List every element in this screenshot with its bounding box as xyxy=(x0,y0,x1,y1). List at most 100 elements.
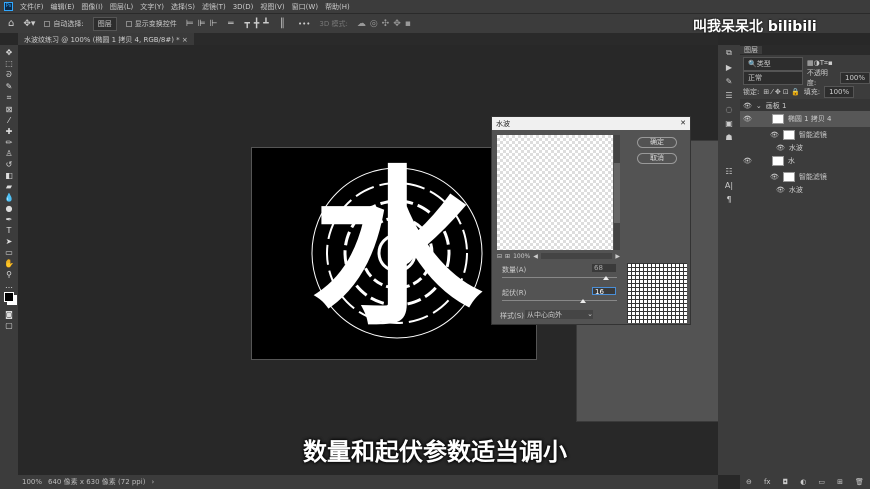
healing-brush-icon[interactable]: ✚ xyxy=(6,127,13,136)
properties-icon[interactable]: ▣ xyxy=(725,119,733,128)
eye-icon[interactable]: 👁 xyxy=(776,144,785,152)
eye-icon[interactable]: 👁 xyxy=(743,102,752,110)
eyedropper-icon[interactable]: ⁄ xyxy=(8,116,9,125)
preview-scrollbar[interactable] xyxy=(614,135,620,250)
menu-image[interactable]: 图像(I) xyxy=(81,2,103,12)
scroll-right-icon[interactable]: ▶ xyxy=(615,253,620,260)
layer-select-dropdown[interactable]: 图层 xyxy=(92,16,117,31)
horizontal-scrollbar[interactable] xyxy=(540,253,613,259)
zoom-in-button[interactable]: ⊞ xyxy=(505,253,510,260)
paragraph-style-icon[interactable]: ☷ xyxy=(725,167,732,176)
layer-row[interactable]: 👁 水波 xyxy=(740,183,870,196)
align-icons[interactable]: ⊨⊫⊩ ═ ┳╋┻ ║ xyxy=(186,19,289,29)
layer-row[interactable]: 👁 智能滤镜 xyxy=(740,128,870,141)
menu-edit[interactable]: 编辑(E) xyxy=(51,2,75,12)
menu-file[interactable]: 文件(F) xyxy=(20,2,44,12)
status-zoom[interactable]: 100% xyxy=(22,478,42,486)
layer-row[interactable]: 👁 水 xyxy=(740,153,870,169)
lasso-tool-icon[interactable]: ᘐ xyxy=(6,70,12,80)
layer-filter-dropdown[interactable]: 🔍类型 xyxy=(743,56,803,71)
filter-preview[interactable] xyxy=(497,135,613,250)
blur-icon[interactable]: 💧 xyxy=(4,193,14,202)
mask-icon[interactable]: ◘ xyxy=(783,478,789,486)
menu-window[interactable]: 窗口(W) xyxy=(292,2,318,12)
quick-select-icon[interactable]: ✎ xyxy=(6,82,13,91)
scroll-left-icon[interactable]: ◀ xyxy=(533,253,538,260)
dodge-icon[interactable]: ● xyxy=(6,204,13,213)
3d-tool-icons[interactable]: ☁◎✣✥▪ xyxy=(357,19,415,29)
amount-slider[interactable] xyxy=(502,277,617,278)
layers-tab[interactable]: 图层 xyxy=(740,46,762,54)
shape-tool-icon[interactable]: ▭ xyxy=(5,248,13,257)
close-icon[interactable]: ✕ xyxy=(680,119,686,128)
style-dropdown[interactable]: 从中心向外 ⌄ xyxy=(525,310,593,319)
amount-input[interactable]: 68 xyxy=(592,264,616,272)
eye-icon[interactable]: 👁 xyxy=(743,157,752,165)
ridges-slider-thumb[interactable] xyxy=(579,299,586,303)
blend-mode-dropdown[interactable]: 正常 xyxy=(743,70,803,85)
menu-help[interactable]: 帮助(H) xyxy=(325,2,350,12)
hand-tool-icon[interactable]: ✋ xyxy=(4,259,14,268)
lock-icons[interactable]: ⊞ ⁄ ✥ ⊡ 🔒 xyxy=(763,88,799,96)
eye-icon[interactable]: 👁 xyxy=(776,186,785,194)
ridges-input[interactable]: 16 xyxy=(592,287,616,296)
new-layer-icon[interactable]: ⊞ xyxy=(837,478,843,486)
actions-play-icon[interactable]: ▶ xyxy=(726,63,732,72)
gradient-icon[interactable]: ▰ xyxy=(6,182,12,191)
show-transform-checkbox[interactable]: 显示变换控件 xyxy=(125,19,177,29)
path-select-icon[interactable]: ➤ xyxy=(6,237,13,246)
frame-tool-icon[interactable]: ⊠ xyxy=(6,105,13,114)
group-icon[interactable]: ▭ xyxy=(818,478,825,486)
status-arrow-icon[interactable]: › xyxy=(151,478,154,486)
pen-tool-icon[interactable]: ✒ xyxy=(6,215,13,224)
menu-layer[interactable]: 图层(L) xyxy=(110,2,133,12)
zoom-out-button[interactable]: ⊟ xyxy=(497,253,502,260)
menu-filter[interactable]: 滤镜(T) xyxy=(202,2,226,12)
color-swatches-icon[interactable] xyxy=(4,292,14,302)
brush-settings-icon[interactable]: ✎ xyxy=(726,77,733,86)
quick-mask-icon[interactable]: ◙ xyxy=(5,310,13,319)
eye-icon[interactable]: 👁 xyxy=(743,115,752,123)
clone-source-icon[interactable]: ☗ xyxy=(725,133,732,142)
opacity-input[interactable]: 100% xyxy=(839,71,870,84)
more-icon[interactable]: ••• xyxy=(298,20,310,28)
eye-icon[interactable]: 👁 xyxy=(770,131,779,139)
history-icon[interactable]: ⧉ xyxy=(726,48,732,58)
adjustments-icon[interactable]: ☰ xyxy=(725,91,732,100)
zoom-tool-icon[interactable]: ⚲ xyxy=(6,270,12,279)
type-tool-icon[interactable]: T xyxy=(7,226,12,235)
document-tab[interactable]: 水波纹练习 @ 100% (椭圆 1 拷贝 4, RGB/8#) * × xyxy=(18,33,194,45)
move-tool-icon[interactable]: ✥ xyxy=(6,48,13,57)
history-brush-icon[interactable]: ↺ xyxy=(6,160,13,169)
stamp-tool-icon[interactable]: ♙ xyxy=(5,149,12,158)
layer-row[interactable]: 👁 椭圆 1 拷贝 4 xyxy=(740,111,870,127)
more-tools-icon[interactable]: … xyxy=(5,281,13,290)
crop-tool-icon[interactable]: ⌗ xyxy=(7,93,12,103)
eraser-icon[interactable]: ◧ xyxy=(5,171,13,180)
fill-input[interactable]: 100% xyxy=(824,85,855,98)
link-icon[interactable]: ⊖ xyxy=(746,478,752,486)
cancel-button[interactable]: 取消 xyxy=(637,153,677,164)
amount-slider-thumb[interactable] xyxy=(602,276,609,280)
auto-select-checkbox[interactable]: 自动选择: xyxy=(44,19,84,29)
fx-icon[interactable]: fx xyxy=(764,478,771,486)
eye-icon[interactable]: 👁 xyxy=(770,173,779,181)
photoshop-logo[interactable]: Ps xyxy=(4,2,13,11)
brush-tool-icon[interactable]: ✏ xyxy=(6,138,13,147)
layer-row[interactable]: 👁 智能滤镜 xyxy=(740,170,870,183)
ridges-slider[interactable] xyxy=(502,300,617,301)
menu-view[interactable]: 视图(V) xyxy=(260,2,284,12)
paragraph-icon[interactable]: ¶ xyxy=(726,195,731,204)
menu-3d[interactable]: 3D(D) xyxy=(233,3,254,11)
screen-mode-icon[interactable]: ▢ xyxy=(5,321,13,330)
ok-button[interactable]: 确定 xyxy=(637,137,677,148)
menu-type[interactable]: 文字(Y) xyxy=(140,2,164,12)
home-icon[interactable]: ⌂ xyxy=(8,18,14,29)
marquee-tool-icon[interactable]: ⬚ xyxy=(5,59,13,68)
trash-icon[interactable]: 🗑 xyxy=(855,478,864,486)
lightbulb-icon[interactable]: ◌ xyxy=(726,105,733,114)
menu-select[interactable]: 选择(S) xyxy=(171,2,195,12)
move-tool-icon[interactable]: ✥▾ xyxy=(23,19,35,29)
adjustment-icon[interactable]: ◐ xyxy=(800,478,806,486)
character-icon[interactable]: A| xyxy=(725,181,733,190)
